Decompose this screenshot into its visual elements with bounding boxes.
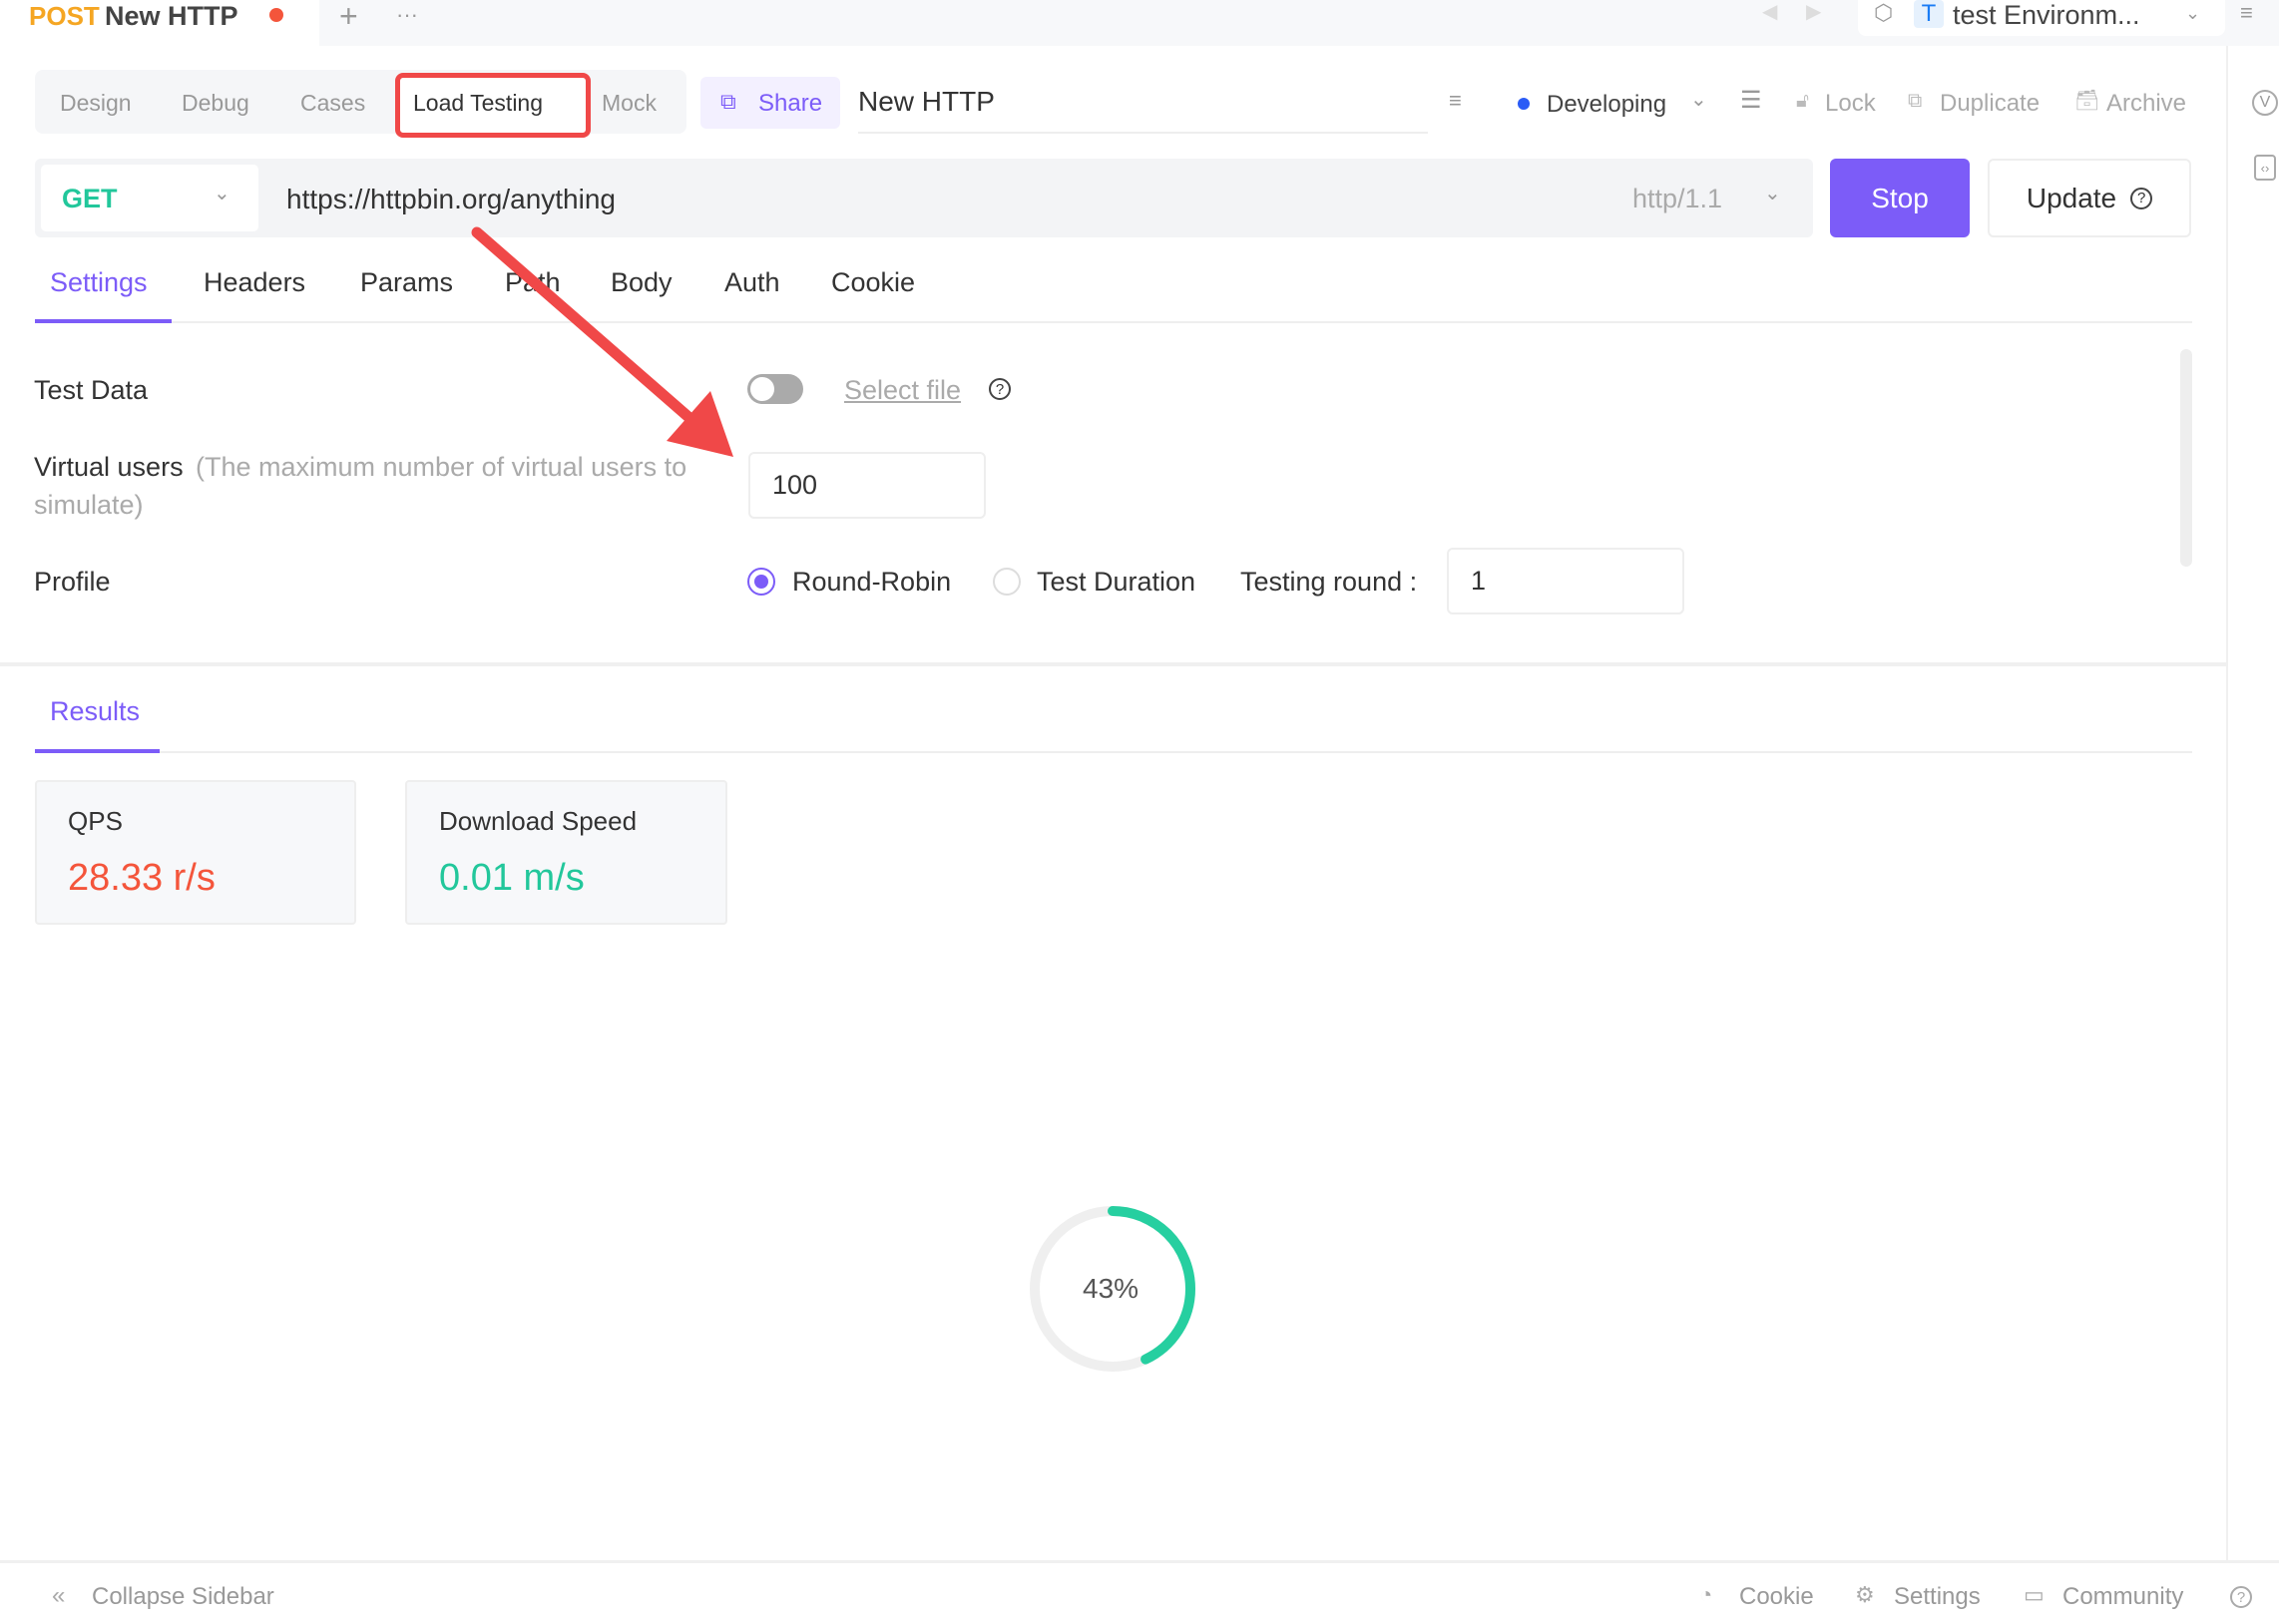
community-button[interactable]: Community	[2062, 1585, 2183, 1609]
round-robin-radio[interactable]	[747, 568, 775, 596]
settings-icon: ⚙	[1855, 1582, 1875, 1607]
tabs-divider	[35, 321, 2192, 323]
edit-description-icon[interactable]: ≡	[1449, 90, 1462, 112]
virtual-users-label: Virtual users	[34, 452, 184, 482]
virtual-users-hint: (The maximum number of virtual users to	[196, 452, 687, 482]
test-data-label: Test Data	[34, 375, 149, 405]
results-tab-indicator	[35, 749, 160, 753]
api-name-input[interactable]: New HTTP	[858, 88, 995, 116]
settings-button[interactable]: Settings	[1894, 1585, 1981, 1609]
test-data-toggle[interactable]	[747, 374, 803, 404]
active-tab-indicator	[35, 319, 172, 323]
qps-label: QPS	[68, 806, 123, 836]
download-speed-card	[405, 780, 727, 925]
tab-auth[interactable]: Auth	[724, 269, 780, 296]
forward-icon[interactable]: ▶	[1806, 2, 1821, 22]
more-icon[interactable]: ···	[396, 4, 418, 26]
tab-mock[interactable]: Mock	[602, 92, 657, 115]
unsaved-dot	[269, 8, 283, 22]
chevron-down-icon: ⌄	[1764, 183, 1781, 204]
tab-design[interactable]: Design	[60, 92, 132, 115]
archive-icon: 🗃︎	[2074, 90, 2100, 112]
code-icon[interactable]: ‹›	[2254, 155, 2276, 181]
qps-card	[35, 780, 356, 925]
chevron-down-icon: ⌄	[1690, 89, 1707, 111]
footer-divider	[0, 1560, 2279, 1563]
profile-label: Profile	[34, 567, 111, 597]
round-robin-label[interactable]: Round-Robin	[792, 569, 951, 596]
tab-settings[interactable]: Settings	[50, 269, 148, 296]
stop-button[interactable]: Stop	[1830, 159, 1970, 237]
tab-debug[interactable]: Debug	[182, 92, 249, 115]
help-icon[interactable]: ?	[2230, 1586, 2252, 1608]
menu-icon[interactable]: ≡	[2240, 2, 2253, 24]
section-divider	[0, 662, 2226, 666]
status-selector[interactable]: Developing	[1547, 93, 1666, 117]
test-duration-label[interactable]: Test Duration	[1037, 569, 1195, 596]
cookie-button[interactable]: Cookie	[1739, 1585, 1814, 1609]
testing-round-label: Testing round :	[1240, 567, 1418, 597]
update-label: Update	[2026, 182, 2117, 213]
method-label: POST	[29, 1, 100, 31]
tab-load-testing[interactable]: Load Testing	[413, 92, 543, 115]
tab-cookie[interactable]: Cookie	[831, 269, 915, 296]
progress-label: 43%	[1083, 1273, 1140, 1304]
help-icon[interactable]: ?	[989, 378, 1011, 400]
download-speed-label: Download Speed	[439, 806, 638, 836]
testing-round-input[interactable]: 1	[1447, 548, 1684, 614]
archive-button[interactable]: Archive	[2106, 92, 2186, 116]
share-label: Share	[758, 90, 823, 117]
add-tab-button[interactable]: +	[339, 0, 358, 32]
tab-results[interactable]: Results	[50, 698, 140, 725]
chevron-down-icon: ⌄	[214, 183, 230, 204]
qps-value: 28.33 r/s	[68, 857, 216, 899]
version-icon[interactable]: V	[2252, 90, 2278, 116]
virtual-users-hint-cont: simulate)	[34, 490, 144, 520]
cookie-icon: ◔	[1699, 1582, 1713, 1607]
lock-button[interactable]: Lock	[1825, 92, 1876, 116]
update-button[interactable]: Update?	[1988, 159, 2191, 237]
collapse-icon: «	[52, 1582, 66, 1609]
api-name-underline	[858, 132, 1428, 134]
url-input[interactable]: https://httpbin.org/anything	[286, 186, 616, 213]
environment-name: test Environm...	[1953, 0, 2140, 30]
select-file-link[interactable]: Select file	[844, 377, 961, 404]
tab-body[interactable]: Body	[611, 269, 673, 296]
document-tab-title: New HTTP	[105, 1, 238, 31]
method-value: GET	[62, 184, 118, 213]
back-icon[interactable]: ◀	[1762, 2, 1777, 22]
protocol-select[interactable]: http/1.1	[1632, 186, 1722, 212]
settings-scrollbar[interactable]	[2180, 349, 2192, 567]
tab-headers[interactable]: Headers	[204, 269, 305, 296]
community-icon: ▭	[2024, 1582, 2045, 1607]
outline-icon[interactable]: ☰	[1740, 89, 1762, 113]
tab-path[interactable]: Path	[505, 269, 561, 296]
chevron-down-icon: ⌄	[2185, 3, 2201, 23]
virtual-users-input[interactable]: 100	[748, 452, 986, 519]
download-speed-value: 0.01 m/s	[439, 857, 585, 899]
environment-badge: T	[1914, 0, 1944, 28]
environment-settings-icon[interactable]: ⬡	[1874, 2, 1893, 24]
tab-cases[interactable]: Cases	[300, 92, 365, 115]
help-icon: ?	[2130, 187, 2153, 209]
lock-icon: 🔓︎	[1796, 90, 1809, 112]
share-icon: ⧉	[720, 89, 736, 114]
right-panel-divider	[2226, 46, 2228, 1562]
duplicate-button[interactable]: Duplicate	[1940, 92, 2040, 116]
results-divider	[35, 751, 2192, 753]
duplicate-icon: ⧉	[1908, 90, 1923, 112]
tab-params[interactable]: Params	[360, 269, 453, 296]
collapse-sidebar-button[interactable]: Collapse Sidebar	[92, 1585, 274, 1609]
status-dot	[1518, 98, 1530, 110]
test-duration-radio[interactable]	[993, 568, 1021, 596]
